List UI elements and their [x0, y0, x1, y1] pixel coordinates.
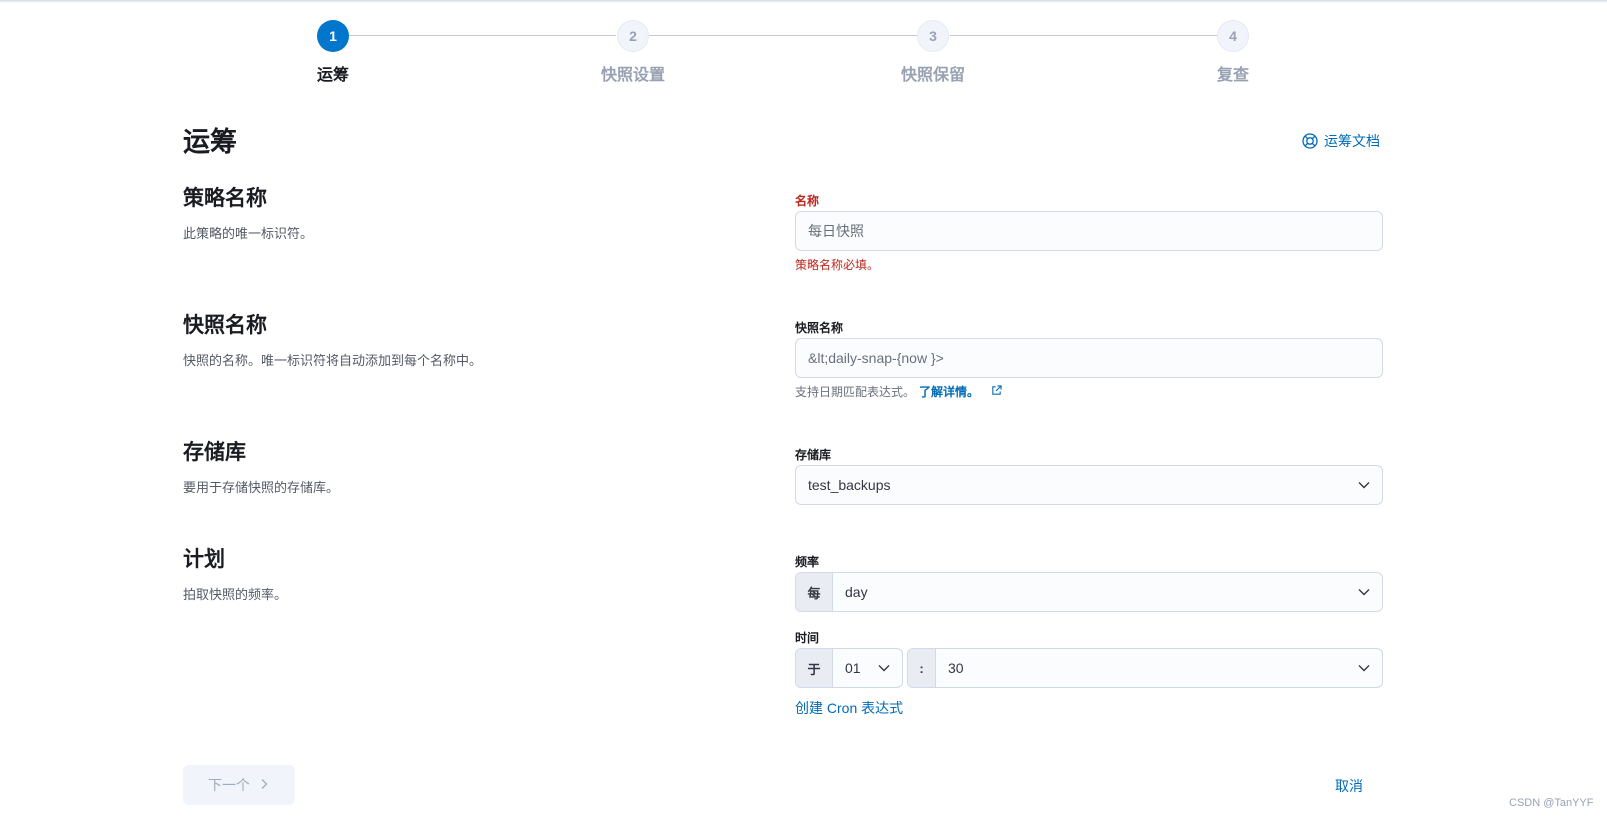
step-number: 4 [1217, 20, 1249, 52]
time-label: 时间 [795, 631, 820, 645]
repository-title: 存储库 [183, 441, 246, 464]
hour-select[interactable]: 于 01 [795, 648, 903, 688]
repository-value: test_backups [808, 477, 891, 493]
cancel-button[interactable]: 取消 [1335, 776, 1363, 796]
docs-link[interactable]: 运筹文档 [1302, 131, 1380, 151]
chevron-right-icon [258, 777, 270, 793]
policy-name-input[interactable] [795, 211, 1383, 251]
minute-value: 30 [948, 660, 964, 676]
hour-prepend: 于 [796, 649, 833, 687]
snapshot-name-input[interactable] [795, 338, 1383, 378]
step-title: 复查 [1216, 67, 1249, 84]
step-1[interactable]: 1 运筹 [253, 20, 413, 85]
minute-prepend: : [908, 649, 936, 687]
policy-name-error: 策略名称必填。 [795, 258, 880, 272]
watermark: CSDN @TanYYF [1509, 797, 1594, 809]
frequency-select[interactable]: 每 day [795, 572, 1383, 612]
snapshot-name-description: 快照的名称。唯一标识符将自动添加到每个名称中。 [183, 353, 483, 368]
hour-value: 01 [845, 660, 861, 676]
external-link-icon [991, 384, 1002, 399]
policy-name-title: 策略名称 [183, 187, 267, 210]
step-3[interactable]: 3 快照保留 [853, 20, 1013, 85]
snapshot-name-label: 快照名称 [795, 321, 844, 335]
chevron-down-icon [1346, 478, 1382, 492]
next-button[interactable]: 下一个 [183, 765, 295, 805]
step-4[interactable]: 4 复查 [1153, 20, 1313, 85]
policy-name-description: 此策略的唯一标识符。 [183, 226, 314, 241]
policy-name-label: 名称 [795, 194, 820, 208]
stepper: 1 运筹 2 快照设置 3 快照保留 4 复查 [0, 0, 1607, 90]
docs-link-label: 运筹文档 [1324, 133, 1380, 149]
repository-description: 要用于存储快照的存储库。 [183, 480, 340, 495]
repository-label: 存储库 [795, 448, 832, 462]
chevron-down-icon [1346, 661, 1382, 675]
minute-select[interactable]: : 30 [907, 648, 1383, 688]
frequency-value: day [845, 584, 868, 600]
step-number: 2 [617, 20, 649, 52]
page-title: 运筹 [183, 127, 237, 157]
learn-more-link[interactable]: 了解详情。 [919, 383, 979, 400]
step-number: 1 [317, 20, 349, 52]
step-title: 快照设置 [600, 67, 665, 84]
schedule-title: 计划 [183, 548, 225, 571]
next-button-label: 下一个 [208, 777, 250, 793]
chevron-down-icon [866, 661, 902, 675]
create-cron-link[interactable]: 创建 Cron 表达式 [795, 698, 903, 718]
step-number: 3 [917, 20, 949, 52]
step-2[interactable]: 2 快照设置 [553, 20, 713, 85]
frequency-label: 频率 [795, 555, 820, 569]
step-title: 快照保留 [900, 67, 965, 84]
step-title: 运筹 [316, 67, 349, 84]
chevron-down-icon [1346, 585, 1382, 599]
snapshot-name-help: 支持日期匹配表达式。 了解详情。 [795, 383, 1002, 400]
lifebuoy-icon [1302, 133, 1318, 149]
repository-select[interactable]: test_backups [795, 465, 1383, 505]
schedule-description: 拍取快照的频率。 [183, 587, 288, 602]
frequency-prepend: 每 [796, 573, 833, 611]
snapshot-name-title: 快照名称 [183, 314, 267, 337]
snapshot-name-help-text: 支持日期匹配表达式。 [795, 385, 916, 399]
